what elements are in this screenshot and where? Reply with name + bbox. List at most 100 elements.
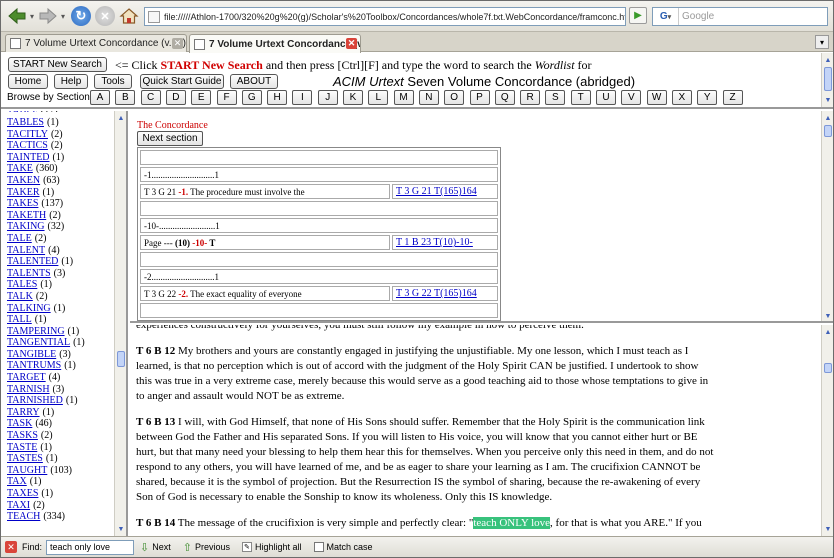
home-button[interactable] bbox=[118, 6, 140, 26]
next-section-button[interactable]: Next section bbox=[137, 131, 203, 146]
section-button-f[interactable]: F bbox=[216, 90, 237, 105]
section-button-n[interactable]: N bbox=[418, 90, 439, 105]
word-link[interactable]: TALENTED bbox=[7, 256, 58, 267]
word-link[interactable]: TAKE bbox=[7, 163, 33, 174]
section-button-k[interactable]: K bbox=[343, 90, 363, 105]
back-history-dropdown-icon[interactable]: ▾ bbox=[28, 6, 36, 26]
section-button-c[interactable]: C bbox=[140, 90, 161, 105]
section-button-m[interactable]: M bbox=[393, 90, 414, 105]
scroll-thumb[interactable] bbox=[824, 125, 832, 137]
forward-button[interactable] bbox=[37, 6, 59, 26]
go-button[interactable]: ▶ bbox=[629, 7, 647, 24]
match-case-checkbox[interactable] bbox=[313, 542, 324, 552]
section-button-b[interactable]: B bbox=[115, 90, 136, 105]
word-link[interactable]: TEACH bbox=[7, 511, 40, 522]
word-link[interactable]: TALES bbox=[7, 279, 37, 290]
scroll-thumb[interactable] bbox=[117, 351, 125, 367]
section-button-h[interactable]: H bbox=[267, 90, 288, 105]
find-next-icon[interactable]: ⇩ bbox=[140, 541, 149, 554]
word-link[interactable]: TARNISH bbox=[7, 384, 50, 395]
tab-close-icon[interactable]: ✕ bbox=[172, 38, 183, 49]
word-link[interactable]: TARNISHED bbox=[7, 395, 63, 406]
word-link[interactable]: TARGET bbox=[7, 372, 46, 383]
find-previous-button[interactable]: Previous bbox=[195, 542, 230, 552]
word-link[interactable]: TALENTS bbox=[7, 268, 51, 279]
section-button-u[interactable]: U bbox=[596, 90, 616, 105]
find-next-button[interactable]: Next bbox=[152, 542, 171, 552]
section-button-v[interactable]: V bbox=[621, 90, 642, 105]
word-link[interactable]: TACITLY bbox=[7, 129, 48, 140]
find-input[interactable]: teach only love bbox=[46, 539, 135, 555]
section-button-z[interactable]: Z bbox=[722, 90, 743, 105]
reload-button[interactable]: ↻ bbox=[71, 6, 91, 26]
word-link[interactable]: TAKING bbox=[7, 221, 45, 232]
word-link[interactable]: TABLES bbox=[7, 117, 44, 128]
word-link[interactable]: TAKETH bbox=[7, 210, 46, 221]
word-link[interactable]: TAKEN bbox=[7, 175, 40, 186]
word-link[interactable]: TASKS bbox=[7, 430, 38, 441]
word-link[interactable]: TALE bbox=[7, 233, 32, 244]
section-button-p[interactable]: P bbox=[469, 90, 490, 105]
tools-nav-button[interactable]: Tools bbox=[94, 74, 132, 89]
tab-list-button[interactable]: ▾ bbox=[815, 35, 829, 49]
scroll-thumb[interactable] bbox=[824, 363, 832, 373]
section-button-i[interactable]: I bbox=[292, 90, 313, 105]
word-link[interactable]: TANGIBLE bbox=[7, 349, 56, 360]
section-button-e[interactable]: E bbox=[191, 90, 212, 105]
home-nav-button[interactable]: Home bbox=[8, 74, 48, 89]
scroll-down-icon[interactable]: ▼ bbox=[823, 95, 833, 105]
section-button-x[interactable]: X bbox=[671, 90, 692, 105]
scroll-down-icon[interactable]: ▼ bbox=[823, 311, 833, 321]
word-link[interactable]: TAX bbox=[7, 476, 27, 487]
word-link[interactable]: TASK bbox=[7, 418, 32, 429]
section-button-q[interactable]: Q bbox=[494, 90, 515, 105]
match-case-label[interactable]: Match case bbox=[327, 542, 373, 552]
scroll-thumb[interactable] bbox=[824, 67, 832, 91]
word-link[interactable]: TAKER bbox=[7, 187, 40, 198]
word-link[interactable]: TANTRUMS bbox=[7, 360, 61, 371]
section-button-d[interactable]: D bbox=[165, 90, 186, 105]
start-new-search-button[interactable]: START New Search bbox=[8, 57, 107, 72]
highlight-icon[interactable]: ✎ bbox=[241, 542, 252, 552]
quick-start-guide-button[interactable]: Quick Start Guide bbox=[140, 74, 224, 89]
word-link[interactable]: TALL bbox=[7, 314, 32, 325]
word-link[interactable]: TASTE bbox=[7, 442, 37, 453]
tab-concordance-2[interactable]: 7 Volume Urtext Concordance (v.... ✕ bbox=[189, 34, 361, 53]
word-link[interactable]: TALKING bbox=[7, 303, 51, 314]
scroll-down-icon[interactable]: ▼ bbox=[116, 524, 126, 534]
section-button-g[interactable]: G bbox=[241, 90, 262, 105]
section-button-l[interactable]: L bbox=[368, 90, 389, 105]
scroll-up-icon[interactable]: ▲ bbox=[823, 55, 833, 65]
tab-concordance-1[interactable]: 7 Volume Urtext Concordance (v. 7f) ✕ bbox=[5, 34, 187, 52]
address-bar[interactable]: file://///Athlon-1700/320%20g%20(g)/Scho… bbox=[144, 7, 626, 26]
text-scrollbar[interactable]: ▲ ▼ bbox=[821, 325, 833, 536]
highlight-all-button[interactable]: Highlight all bbox=[255, 542, 302, 552]
back-button[interactable] bbox=[6, 6, 28, 26]
word-link[interactable]: TASTES bbox=[7, 453, 43, 464]
word-link[interactable]: TANGENTIAL bbox=[7, 337, 70, 348]
section-button-t[interactable]: T bbox=[570, 90, 591, 105]
word-link[interactable]: TALK bbox=[7, 291, 33, 302]
word-link[interactable]: TAMPERING bbox=[7, 326, 65, 337]
section-button-o[interactable]: O bbox=[444, 90, 465, 105]
concordance-scrollbar[interactable]: ▲ ▼ bbox=[821, 111, 833, 321]
word-link[interactable]: TAKES bbox=[7, 198, 38, 209]
word-link[interactable]: TAUGHT bbox=[7, 465, 47, 476]
word-link[interactable]: TAXES bbox=[7, 488, 38, 499]
reference-link[interactable]: T 3 G 21 T(165)164 bbox=[396, 186, 477, 197]
scroll-up-icon[interactable]: ▲ bbox=[823, 327, 833, 337]
help-nav-button[interactable]: Help bbox=[54, 74, 88, 89]
section-button-w[interactable]: W bbox=[646, 90, 667, 105]
section-button-r[interactable]: R bbox=[520, 90, 541, 105]
section-button-y[interactable]: Y bbox=[697, 90, 718, 105]
reference-link[interactable]: T 1 B 23 T(10)-10- bbox=[396, 237, 473, 248]
section-button-s[interactable]: S bbox=[545, 90, 566, 105]
word-link[interactable]: TAINTED bbox=[7, 152, 50, 163]
stop-button[interactable]: ✕ bbox=[95, 6, 115, 26]
header-scrollbar[interactable]: ▲ ▼ bbox=[821, 53, 833, 107]
word-link[interactable]: TARRY bbox=[7, 407, 40, 418]
scroll-down-icon[interactable]: ▼ bbox=[823, 524, 833, 534]
scroll-up-icon[interactable]: ▲ bbox=[116, 113, 126, 123]
reference-link[interactable]: T 3 G 22 T(165)164 bbox=[396, 288, 477, 299]
section-button-a[interactable]: A bbox=[90, 90, 110, 105]
